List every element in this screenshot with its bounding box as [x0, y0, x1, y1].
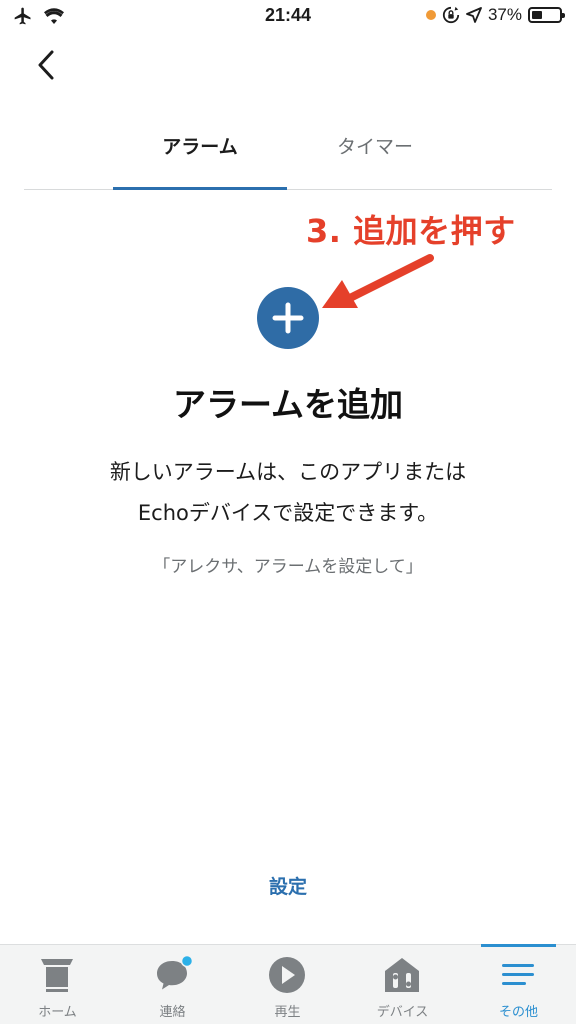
- nav-play[interactable]: 再生: [230, 945, 345, 1024]
- nav-devices[interactable]: デバイス: [345, 945, 460, 1024]
- nav-home[interactable]: ホーム: [0, 945, 115, 1024]
- nav-home-label: ホーム: [38, 1005, 77, 1020]
- nav-more[interactable]: その他: [461, 944, 576, 1024]
- annotation-arrow-icon: [322, 254, 434, 308]
- description: 新しいアラームは、このアプリまたは Echoデバイスで設定できます。: [0, 452, 576, 534]
- chat-bubble-icon: [157, 955, 192, 990]
- battery-level: [532, 11, 542, 19]
- nav-more-label: その他: [498, 1005, 538, 1020]
- nav-communicate[interactable]: 連絡: [115, 945, 230, 1024]
- location-icon: [466, 7, 482, 23]
- menu-icon: [502, 964, 534, 985]
- add-alarm-button[interactable]: [257, 287, 319, 349]
- voice-hint: 「アレクサ、アラームを設定して」: [153, 557, 423, 577]
- devices-house-icon: [385, 958, 419, 992]
- annotation-label: 3. 追加を押す: [306, 212, 516, 250]
- nav-play-label: 再生: [274, 1005, 301, 1020]
- description-line-1: 新しいアラームは、このアプリまたは: [109, 460, 467, 484]
- page-title: アラームを追加: [172, 385, 403, 424]
- status-right: 37%: [425, 5, 565, 25]
- privacy-indicator-icon: [425, 10, 436, 20]
- active-tab-indicator: [113, 187, 287, 190]
- nav-active-indicator: [481, 944, 556, 947]
- nav-communicate-label: 連絡: [159, 1005, 186, 1020]
- description-line-2: Echoデバイスで設定できます。: [137, 501, 439, 525]
- tab-alarm[interactable]: アラーム: [113, 132, 287, 159]
- tab-timer[interactable]: タイマー: [288, 132, 462, 159]
- notification-badge: [180, 955, 192, 968]
- chevron-left-icon: [38, 50, 54, 80]
- settings-link[interactable]: 設定: [238, 872, 338, 899]
- battery-percent: 37%: [487, 5, 522, 24]
- orientation-lock-icon: [442, 6, 460, 24]
- tab-bar: アラーム タイマー: [24, 120, 552, 190]
- play-icon: [269, 957, 305, 993]
- plus-icon: [272, 302, 304, 334]
- bottom-nav: ホーム 連絡 再生 デバイス その他: [0, 944, 576, 1024]
- status-bar: 21:44 37%: [0, 0, 576, 34]
- back-button[interactable]: [30, 48, 64, 82]
- nav-devices-label: デバイス: [376, 1005, 429, 1020]
- battery-icon: [528, 7, 565, 23]
- home-icon: [41, 959, 73, 992]
